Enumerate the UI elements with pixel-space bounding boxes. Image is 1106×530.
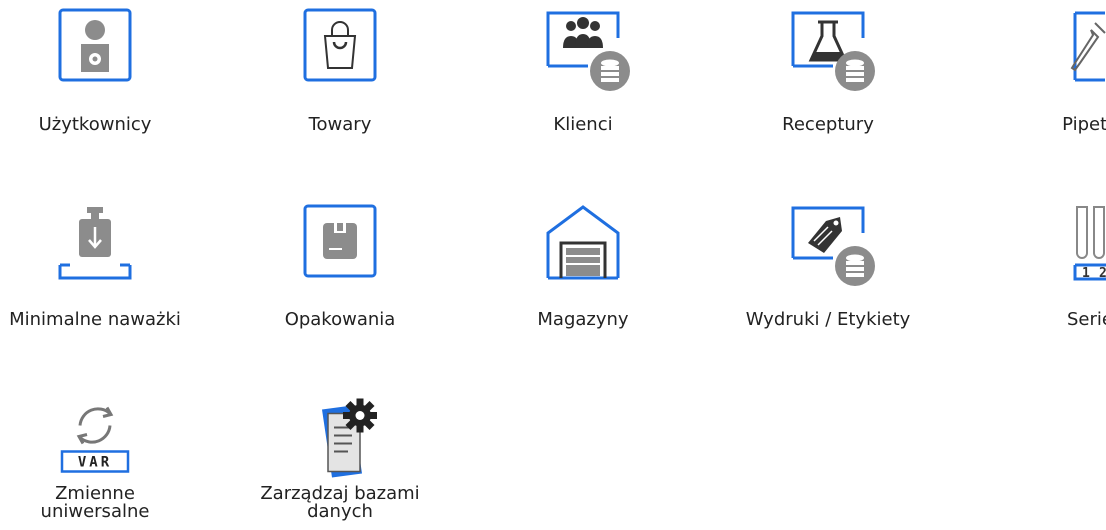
series-digit: 2 (1099, 266, 1106, 281)
var-badge: VAR (78, 455, 112, 471)
tile-label: Opakowania (284, 309, 396, 330)
tile-label: Wydruki / Etykiety (745, 309, 911, 330)
warehouse-icon (533, 203, 633, 293)
tile-universal-variables[interactable]: VAR Zmienne uniwersalne (5, 390, 185, 530)
users-settings-icon (45, 8, 145, 98)
tile-recipes[interactable]: Receptury (738, 0, 918, 150)
universal-variables-icon: VAR (45, 395, 145, 490)
tile-customers[interactable]: Klienci (493, 0, 673, 150)
pipette-icon (1020, 8, 1106, 98)
series-test-tubes-icon: 1 2 3 (1020, 203, 1106, 293)
tile-label: Magazyny (537, 309, 629, 330)
packaging-icon (290, 203, 390, 293)
tile-manage-databases[interactable]: Zarządzaj bazami danych (250, 390, 430, 530)
tile-pipettes[interactable]: Pipety (980, 0, 1106, 150)
series-digit: 1 (1082, 266, 1090, 281)
tile-label: Receptury (782, 114, 874, 135)
printouts-labels-database-icon (778, 203, 878, 293)
tile-label: Towary (308, 114, 372, 135)
tile-warehouses[interactable]: Magazyny (493, 195, 673, 345)
tile-minimum-weights[interactable]: Minimalne naważki (5, 195, 185, 345)
tile-label-line2: danych (307, 501, 373, 522)
tile-label: Klienci (553, 114, 613, 135)
database-menu-grid: Użytkownicy Towary Klienci Receptury Pip… (0, 0, 1106, 530)
tile-users[interactable]: Użytkownicy (5, 0, 185, 150)
tile-goods[interactable]: Towary (250, 0, 430, 150)
tile-label: Pipety (1062, 114, 1106, 135)
recipes-flask-database-icon (778, 8, 878, 98)
tile-series[interactable]: 1 2 3 Serie (980, 195, 1106, 345)
tile-label: Minimalne naważki (9, 309, 181, 330)
manage-databases-icon (290, 395, 390, 490)
customers-database-icon (533, 8, 633, 98)
minimum-weight-icon (45, 203, 145, 293)
tile-label: Użytkownicy (38, 114, 152, 135)
tile-printouts-labels[interactable]: Wydruki / Etykiety (738, 195, 918, 345)
shopping-bag-icon (290, 8, 390, 98)
tile-packaging[interactable]: Opakowania (250, 195, 430, 345)
tile-label: Serie (1067, 309, 1106, 330)
tile-label-line2: uniwersalne (40, 501, 150, 522)
